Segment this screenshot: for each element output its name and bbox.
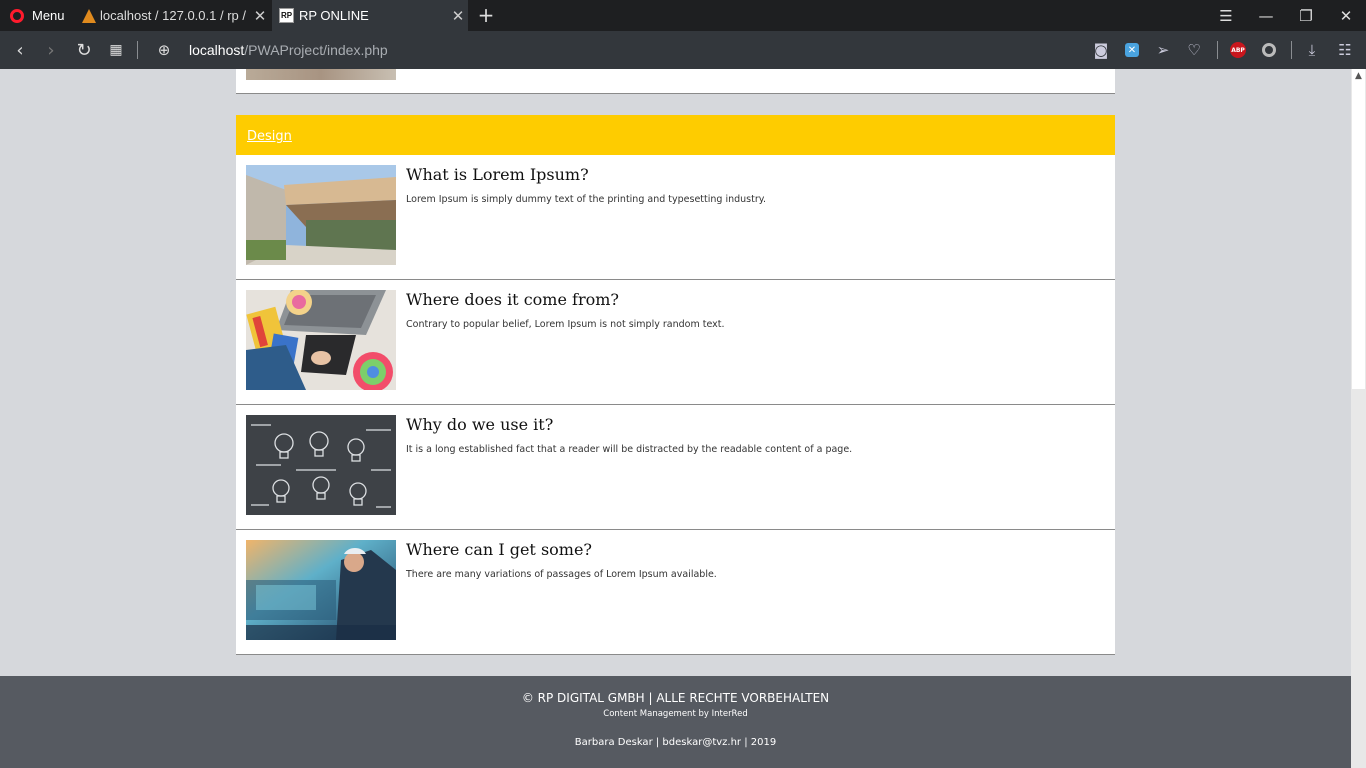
footer-author: Barbara Deskar | bdeskar@tvz.hr | 2019 [574, 737, 777, 748]
reload-icon[interactable]: ↻ [69, 31, 99, 69]
article-title[interactable]: What is Lorem Ipsum? [406, 165, 589, 184]
article-card[interactable]: Where can I get some? There are many var… [236, 530, 1115, 655]
url-path: /PWAProject/index.php [244, 42, 388, 58]
article-description: There are many variations of passages of… [406, 569, 717, 580]
tab-title: localhost / 127.0.0.1 / rp / k [100, 8, 250, 23]
scrollbar-thumb[interactable] [1352, 69, 1365, 389]
previous-article-card[interactable] [236, 69, 1115, 94]
article-card[interactable]: What is Lorem Ipsum? Lorem Ipsum is simp… [236, 155, 1115, 280]
article-card[interactable]: Why do we use it? It is a long establish… [236, 405, 1115, 530]
footer-cms: Content Management by InterRed [603, 709, 748, 719]
forward-button[interactable]: › [36, 31, 66, 69]
footer-copyright: © RP DIGITAL GMBH | ALLE RECHTE VORBEHAL… [521, 691, 830, 705]
scroll-up-icon[interactable]: ▲ [1351, 69, 1366, 84]
close-window-button[interactable]: ✕ [1326, 0, 1366, 31]
speed-dial-icon[interactable]: ▦ [101, 31, 131, 69]
extension-icon[interactable] [1257, 31, 1281, 69]
tab-rp-online[interactable]: RP RP ONLINE ✕ [272, 0, 468, 31]
easy-setup-icon[interactable]: ☷ [1333, 31, 1357, 69]
article-description: Lorem Ipsum is simply dummy text of the … [406, 194, 767, 205]
article-image [246, 415, 396, 515]
menu-label: Menu [32, 8, 65, 23]
new-tab-button[interactable]: + [476, 4, 496, 26]
divider [1217, 41, 1218, 59]
article-title[interactable]: Why do we use it? [406, 415, 553, 434]
tab-menu-icon[interactable]: ☰ [1206, 0, 1246, 31]
back-button[interactable]: ‹ [5, 31, 35, 69]
heart-icon[interactable]: ♡ [1182, 31, 1206, 69]
url-host: localhost [189, 42, 245, 58]
article-image [246, 165, 396, 265]
divider [137, 41, 138, 59]
article-description: It is a long established fact that a rea… [406, 444, 853, 455]
adblock-plus-icon[interactable]: ABP [1226, 31, 1250, 69]
download-icon[interactable]: ⤓ [1300, 31, 1324, 69]
opera-logo-icon [10, 8, 24, 23]
restore-button[interactable]: ❐ [1286, 0, 1326, 31]
section-header: Design [236, 115, 1115, 155]
vpn-extension-icon[interactable]: ✕ [1120, 31, 1144, 69]
footer: © RP DIGITAL GMBH | ALLE RECHTE VORBEHAL… [0, 676, 1351, 768]
opera-menu-button[interactable]: Menu [0, 0, 72, 31]
address-bar: ‹ › ↻ ▦ ⊕ localhost/PWAProject/index.php… [0, 31, 1366, 69]
article-description: Contrary to popular belief, Lorem Ipsum … [406, 319, 725, 330]
phpmyadmin-icon [82, 8, 96, 23]
article-title[interactable]: Where does it come from? [406, 290, 619, 309]
page-scrollbar[interactable]: ▲ [1351, 69, 1366, 768]
close-icon[interactable]: ✕ [448, 7, 468, 25]
tab-bar: Menu localhost / 127.0.0.1 / rp / k ✕ RP… [0, 0, 1366, 31]
abp-label: ABP [1230, 42, 1246, 58]
article-title[interactable]: Where can I get some? [406, 540, 592, 559]
article-image [246, 540, 396, 640]
article-card[interactable]: Where does it come from? Contrary to pop… [236, 280, 1115, 405]
article-image [246, 290, 396, 390]
close-icon[interactable]: ✕ [250, 7, 270, 25]
send-icon[interactable]: ➢ [1151, 31, 1175, 69]
divider [1291, 41, 1292, 59]
rp-favicon-icon: RP [279, 8, 294, 23]
tab-phpmyadmin[interactable]: localhost / 127.0.0.1 / rp / k ✕ [76, 0, 270, 31]
camera-icon[interactable]: ◙ [1089, 31, 1113, 69]
url-field[interactable]: localhost/PWAProject/index.php [189, 31, 388, 69]
article-image [246, 69, 396, 80]
globe-icon[interactable]: ⊕ [149, 31, 179, 69]
section-link-design[interactable]: Design [247, 115, 292, 158]
page-viewport: Design What is Lorem Ipsum? Lorem Ipsum … [0, 69, 1351, 768]
minimize-button[interactable]: — [1246, 0, 1286, 31]
tab-title: RP ONLINE [299, 8, 369, 23]
